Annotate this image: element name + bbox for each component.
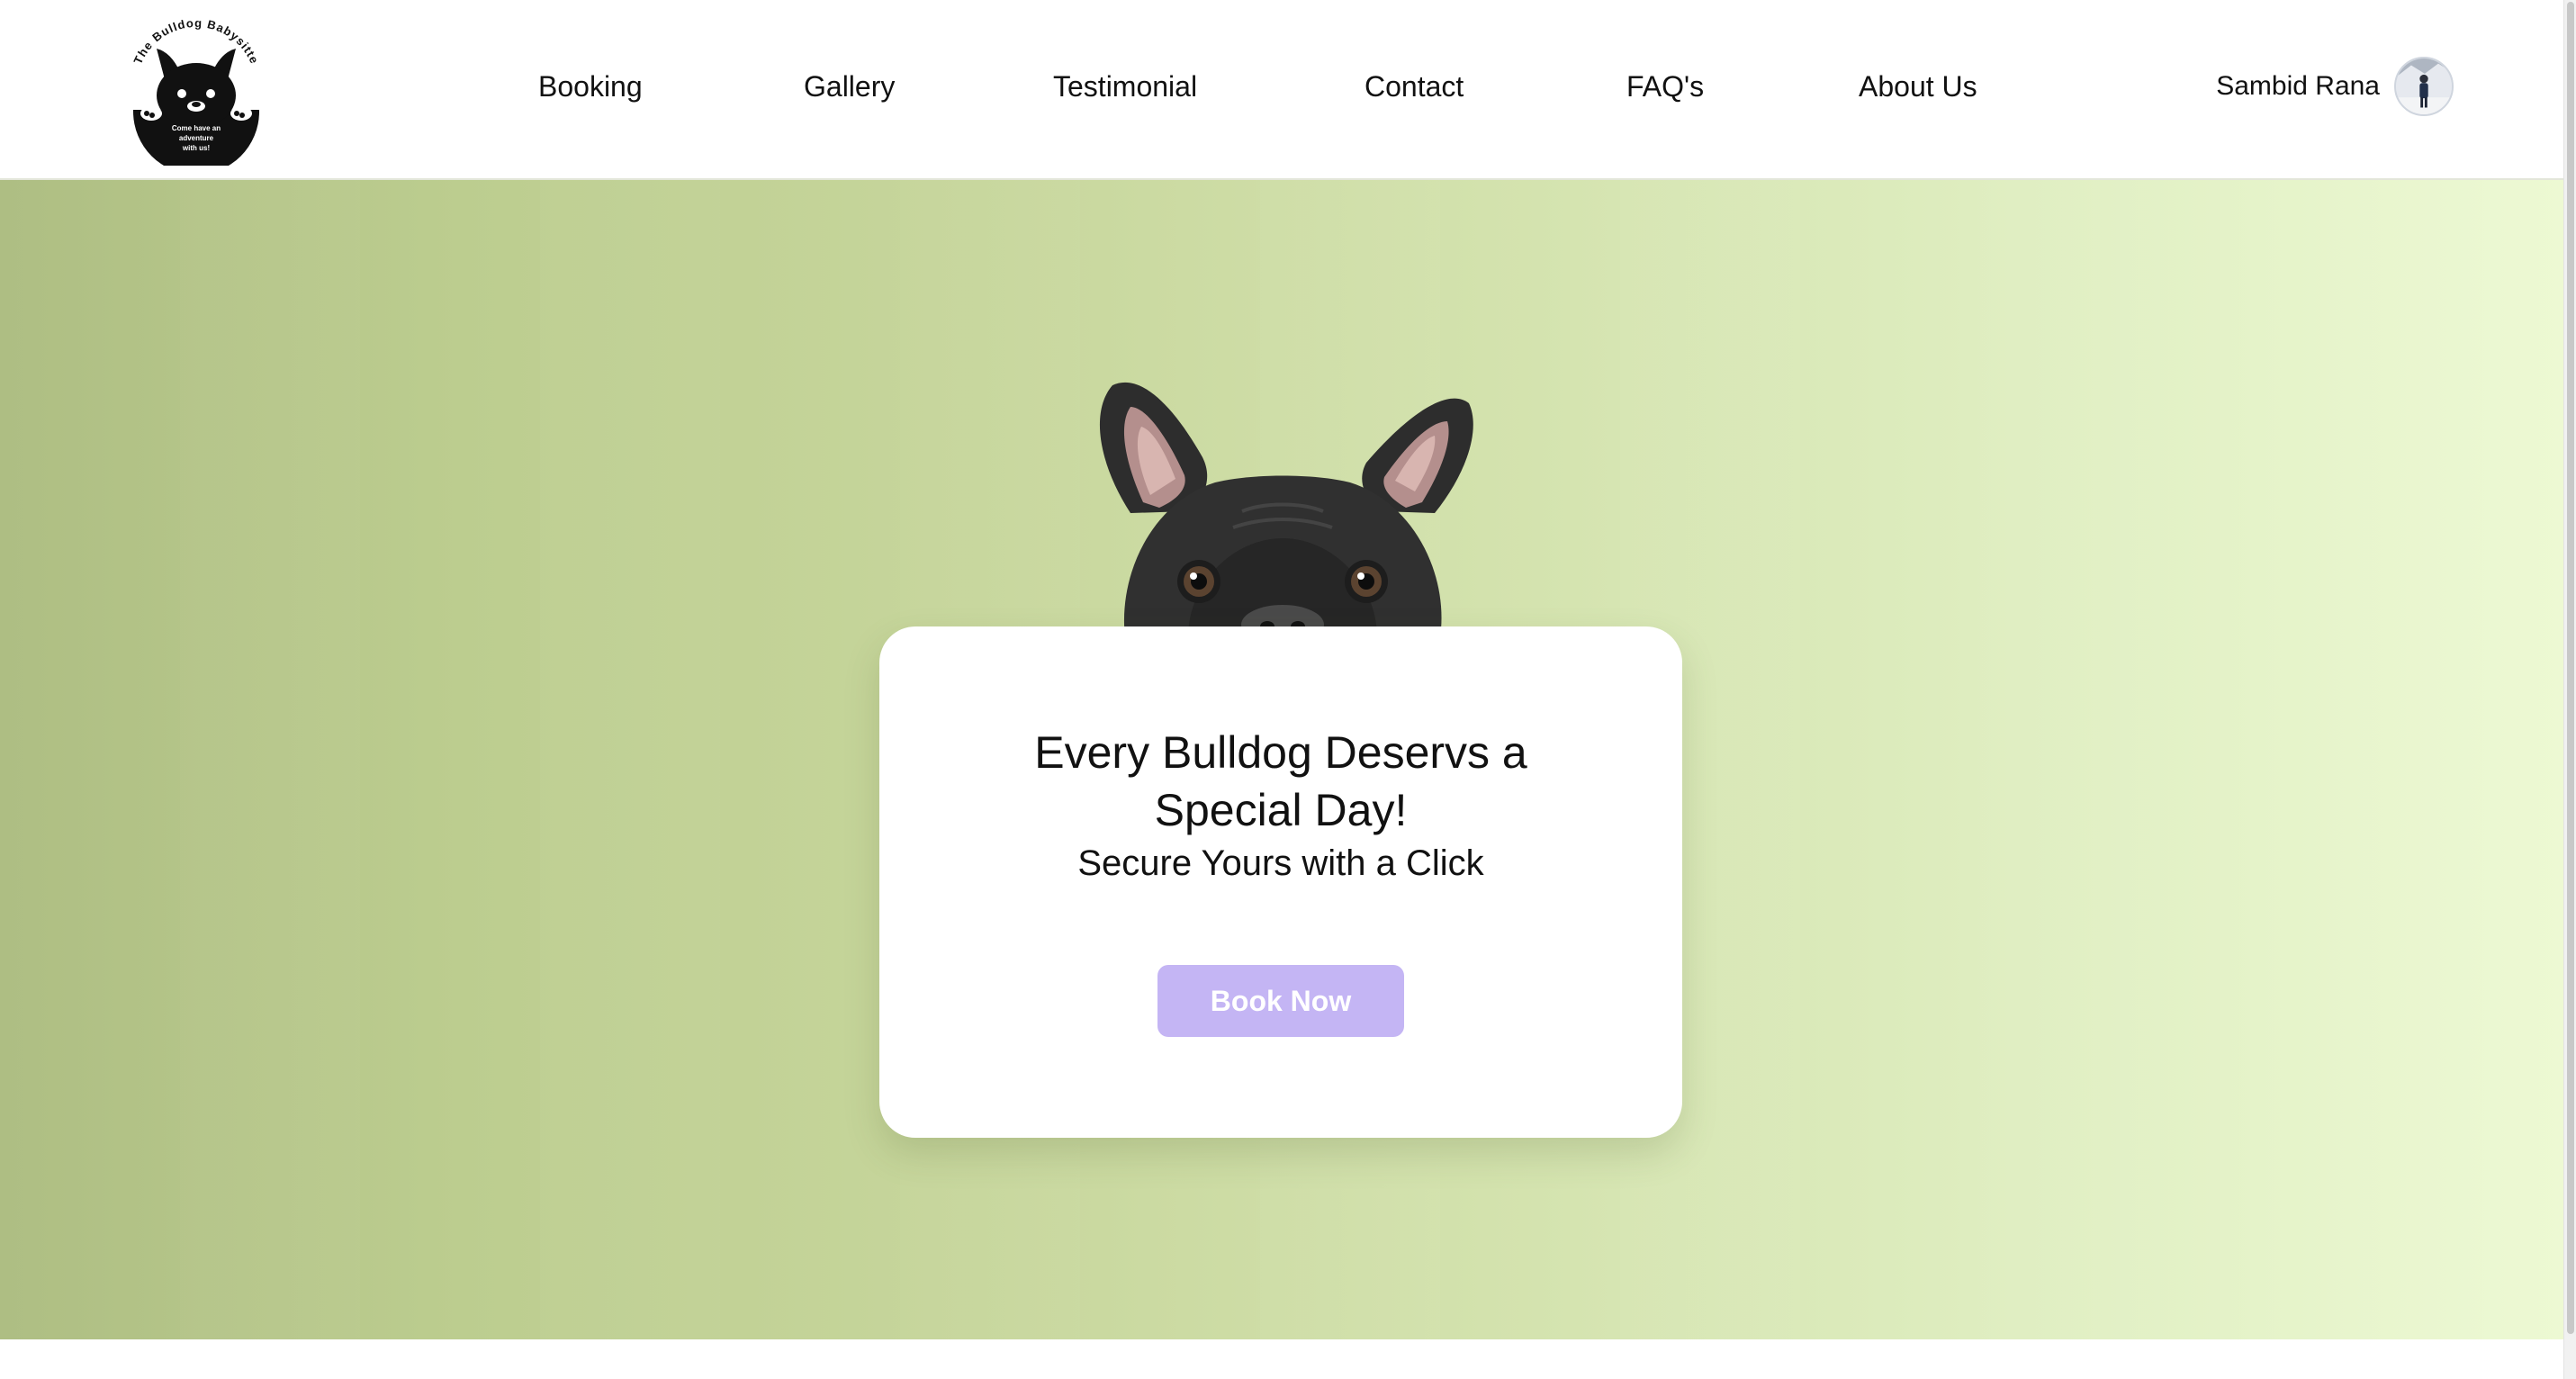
- hero-section: Every Bulldog Deservs a Special Day! Sec…: [0, 180, 2563, 1339]
- nav-about-us[interactable]: About Us: [1859, 65, 1977, 108]
- nav-booking[interactable]: Booking: [538, 65, 643, 108]
- user-name: Sambid Rana: [2216, 71, 2380, 101]
- nav-contact[interactable]: Contact: [1365, 65, 1464, 108]
- user-photo-icon[interactable]: [2394, 57, 2454, 116]
- nav-gallery[interactable]: Gallery: [804, 65, 895, 108]
- book-now-button[interactable]: Book Now: [1157, 965, 1404, 1037]
- page: The Bulldog Babysitte Come have an adven…: [0, 0, 2576, 1379]
- bulldog-peeking-icon: [1099, 382, 1473, 637]
- hero-subtitle: Secure Yours with a Click: [1077, 843, 1484, 883]
- main-nav: Booking Gallery Testimonial Contact FAQ'…: [0, 0, 2563, 180]
- hero-title: Every Bulldog Deservs a Special Day!: [879, 724, 1682, 839]
- nav-testimonial[interactable]: Testimonial: [1053, 65, 1197, 108]
- user-menu[interactable]: Sambid Rana: [2216, 56, 2454, 117]
- vertical-scrollbar[interactable]: [2563, 0, 2576, 1379]
- hero-title-line-1: Every Bulldog Deservs a: [1034, 727, 1527, 778]
- hero-title-line-2: Special Day!: [1154, 785, 1408, 835]
- scrollbar-thumb[interactable]: [2567, 2, 2574, 1334]
- booking-card: Every Bulldog Deservs a Special Day! Sec…: [879, 626, 1682, 1138]
- nav-faqs[interactable]: FAQ's: [1626, 65, 1704, 108]
- site-header: The Bulldog Babysitte Come have an adven…: [0, 0, 2563, 180]
